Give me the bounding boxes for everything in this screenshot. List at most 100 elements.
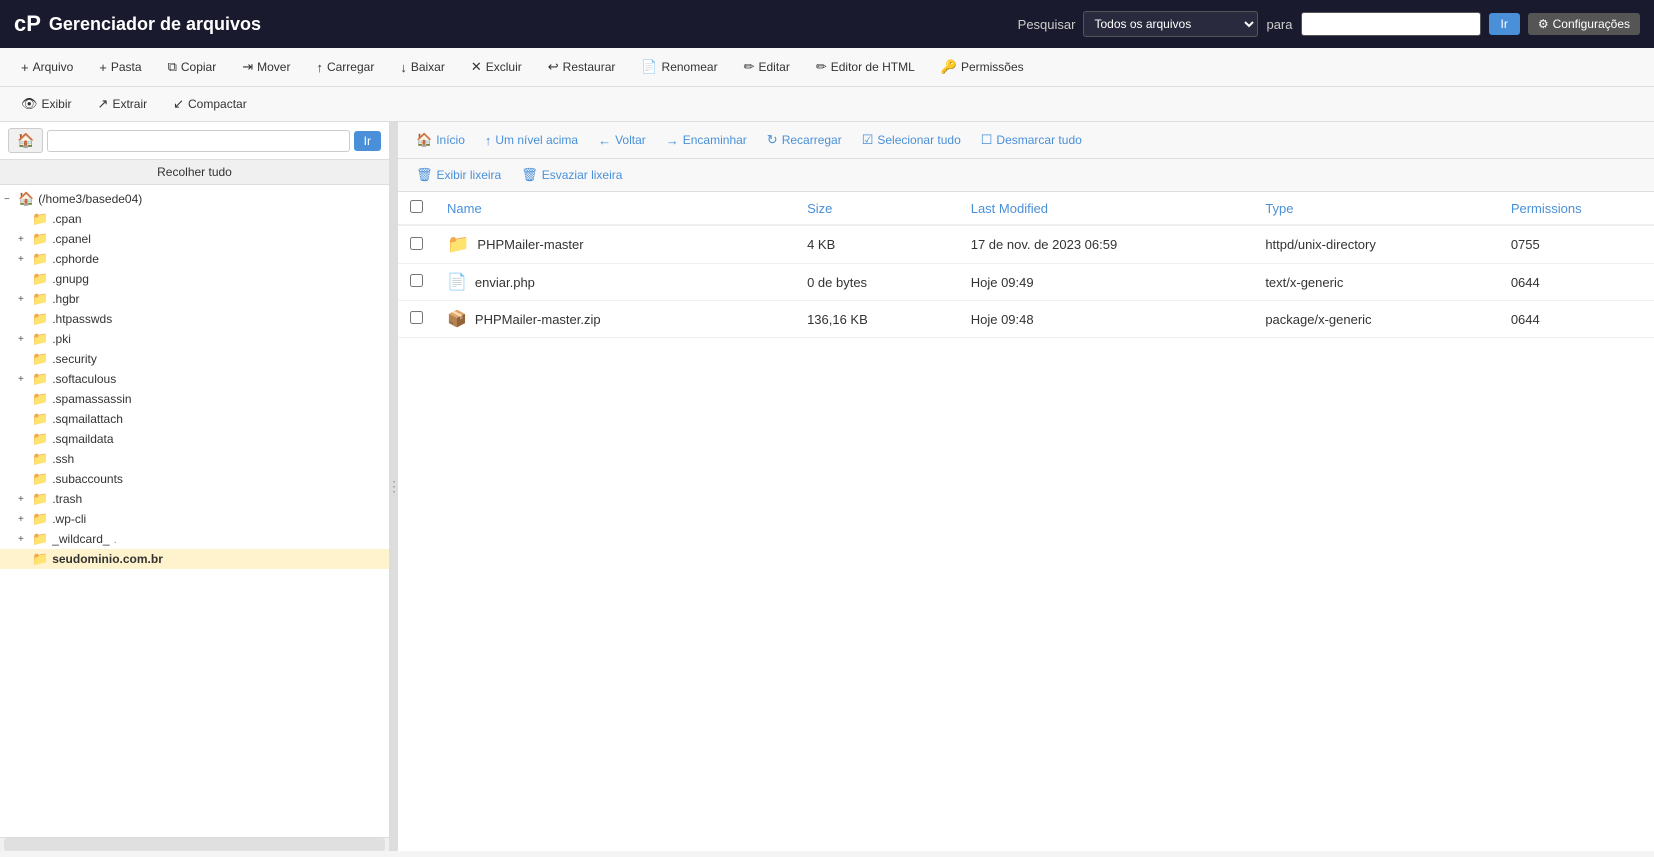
sidebar-go-button[interactable]: Ir xyxy=(354,131,381,151)
row-checkbox[interactable] xyxy=(410,237,423,250)
search-go-button[interactable]: Ir xyxy=(1489,13,1520,35)
html-editor-icon: ✏ xyxy=(816,59,827,75)
tree-item-sqmailattach[interactable]: 📁 .sqmailattach xyxy=(0,409,389,429)
tree-item-ssh[interactable]: 📁 .ssh xyxy=(0,449,389,469)
tree-item-softaculous[interactable]: + 📁 .softaculous xyxy=(0,369,389,389)
edit-button[interactable]: ✏ Editar xyxy=(733,54,801,80)
table-header-size[interactable]: Size xyxy=(795,192,959,225)
config-button[interactable]: ⚙ Configurações xyxy=(1528,13,1640,35)
tree-toggle[interactable]: + xyxy=(18,334,32,345)
download-button[interactable]: ↓ Baixar xyxy=(389,55,456,80)
reload-button[interactable]: ↻ Recarregar xyxy=(759,128,850,152)
secondary-toolbar: 👁 Exibir ↗ Extrair ↙ Compactar xyxy=(0,87,1654,122)
permissions-button[interactable]: 🔑 Permissões xyxy=(930,54,1035,80)
tree-toggle[interactable]: + xyxy=(18,494,32,505)
tree-toggle[interactable]: + xyxy=(18,374,32,385)
show-trash-button[interactable]: 🗑 Exibir lixeira xyxy=(408,163,509,187)
tree-toggle[interactable]: + xyxy=(18,254,32,265)
select-all-label: Selecionar tudo xyxy=(877,133,960,147)
row-checkbox[interactable] xyxy=(410,311,423,324)
checkbox-icon: ☑ xyxy=(862,132,874,148)
forward-label: Encaminhar xyxy=(683,133,747,147)
table-header-permissions[interactable]: Permissions xyxy=(1499,192,1654,225)
tree-item-hgbr[interactable]: + 📁 .hgbr xyxy=(0,289,389,309)
table-header-name[interactable]: Name xyxy=(435,192,795,225)
new-file-label: Arquivo xyxy=(33,60,74,74)
sidebar-horizontal-scrollbar[interactable] xyxy=(0,837,389,851)
back-button[interactable]: ← Voltar xyxy=(590,129,654,152)
content-nav-toolbar: 🏠 Início ↑ Um nível acima ← Voltar → Enc… xyxy=(398,122,1654,159)
select-all-checkbox[interactable] xyxy=(410,200,423,213)
new-folder-button[interactable]: + Pasta xyxy=(88,55,152,80)
resize-handle[interactable] xyxy=(390,122,398,851)
empty-trash-button[interactable]: 🗑 Esvaziar lixeira xyxy=(513,163,630,187)
folder-icon: 📁 xyxy=(32,491,48,507)
folder-icon: 📁 xyxy=(32,471,48,487)
trash-toolbar: 🗑 Exibir lixeira 🗑 Esvaziar lixeira xyxy=(398,159,1654,192)
folder-icon: 📁 xyxy=(32,231,48,247)
select-all-button[interactable]: ☑ Selecionar tudo xyxy=(854,128,969,152)
compress-button[interactable]: ↙ Compactar xyxy=(162,91,258,117)
table-header-checkbox[interactable] xyxy=(398,192,435,225)
tree-item-trash[interactable]: + 📁 .trash xyxy=(0,489,389,509)
tree-toggle[interactable]: − xyxy=(4,194,18,205)
tree-item-domain[interactable]: 📁 seudominio.com.br xyxy=(0,549,389,569)
tree-item-htpasswds[interactable]: 📁 .htpasswds xyxy=(0,309,389,329)
tree-toggle[interactable]: + xyxy=(18,534,32,545)
tree-toggle[interactable]: + xyxy=(18,234,32,245)
row-checkbox[interactable] xyxy=(410,274,423,287)
collapse-all-button[interactable]: Recolher tudo xyxy=(0,160,389,185)
table-header-modified[interactable]: Last Modified xyxy=(959,192,1254,225)
tree-item-security[interactable]: 📁 .security xyxy=(0,349,389,369)
folder-icon: 📁 xyxy=(447,234,469,255)
folder-icon: 📁 xyxy=(32,551,48,567)
home-button[interactable]: 🏠 xyxy=(8,128,43,153)
tree-item-root[interactable]: − 🏠 (/home3/basede04) xyxy=(0,189,389,209)
row-name-cell[interactable]: 📦 PHPMailer-master.zip xyxy=(435,301,795,338)
restore-button[interactable]: ↩ Restaurar xyxy=(537,54,627,80)
row-checkbox-cell[interactable] xyxy=(398,264,435,301)
extract-button[interactable]: ↗ Extrair xyxy=(87,91,159,117)
row-name-cell[interactable]: 📁 PHPMailer-master xyxy=(435,225,795,264)
tree-item-spamassassin[interactable]: 📁 .spamassassin xyxy=(0,389,389,409)
tree-item-cphorde[interactable]: + 📁 .cphorde xyxy=(0,249,389,269)
path-input[interactable] xyxy=(47,130,349,152)
deselect-all-label: Desmarcar tudo xyxy=(996,133,1081,147)
tree-item-cpan[interactable]: 📁 .cpan xyxy=(0,209,389,229)
deselect-all-button[interactable]: ☐ Desmarcar tudo xyxy=(973,128,1090,152)
tree-item-cpanel[interactable]: + 📁 .cpanel xyxy=(0,229,389,249)
move-button[interactable]: ⇥ Mover xyxy=(231,54,301,80)
tree-item-gnupg[interactable]: 📁 .gnupg xyxy=(0,269,389,289)
tree-toggle[interactable]: + xyxy=(18,294,32,305)
copy-button[interactable]: ⧉ Copiar xyxy=(157,54,228,80)
folder-icon: 📁 xyxy=(32,211,48,227)
tree-item-sqmaildata[interactable]: 📁 .sqmaildata xyxy=(0,429,389,449)
row-name-cell[interactable]: 📄 enviar.php xyxy=(435,264,795,301)
row-size-cell: 4 KB xyxy=(795,225,959,264)
topbar-right: Pesquisar Todos os arquivos Somente nome… xyxy=(1018,11,1640,37)
row-checkbox-cell[interactable] xyxy=(398,225,435,264)
tree-item-subaccounts[interactable]: 📁 .subaccounts xyxy=(0,469,389,489)
row-size-cell: 0 de bytes xyxy=(795,264,959,301)
search-type-select[interactable]: Todos os arquivos Somente nome de arquiv… xyxy=(1083,11,1258,37)
up-level-button[interactable]: ↑ Um nível acima xyxy=(477,129,586,152)
html-editor-button[interactable]: ✏ Editor de HTML xyxy=(805,54,926,80)
upload-button[interactable]: ↑ Carregar xyxy=(305,55,385,80)
rename-button[interactable]: 📄 Renomear xyxy=(630,54,728,80)
tree-toggle[interactable]: + xyxy=(18,514,32,525)
home-nav-button[interactable]: 🏠 Início xyxy=(408,128,473,152)
tree-item-wpcli[interactable]: + 📁 .wp-cli xyxy=(0,509,389,529)
search-input[interactable] xyxy=(1301,12,1481,36)
view-button[interactable]: 👁 Exibir xyxy=(10,91,83,117)
table-header-type[interactable]: Type xyxy=(1253,192,1499,225)
inicio-label: Início xyxy=(436,133,465,147)
tree-item-label: .sqmaildata xyxy=(52,432,113,446)
folder-icon: 📁 xyxy=(32,331,48,347)
row-checkbox-cell[interactable] xyxy=(398,301,435,338)
new-file-button[interactable]: + Arquivo xyxy=(10,55,84,80)
delete-button[interactable]: ✕ Excluir xyxy=(460,54,533,80)
tree-item-label: .trash xyxy=(52,492,82,506)
forward-button[interactable]: → Encaminhar xyxy=(658,129,755,152)
tree-item-wildcard[interactable]: + 📁 _wildcard_ . xyxy=(0,529,389,549)
tree-item-pki[interactable]: + 📁 .pki xyxy=(0,329,389,349)
